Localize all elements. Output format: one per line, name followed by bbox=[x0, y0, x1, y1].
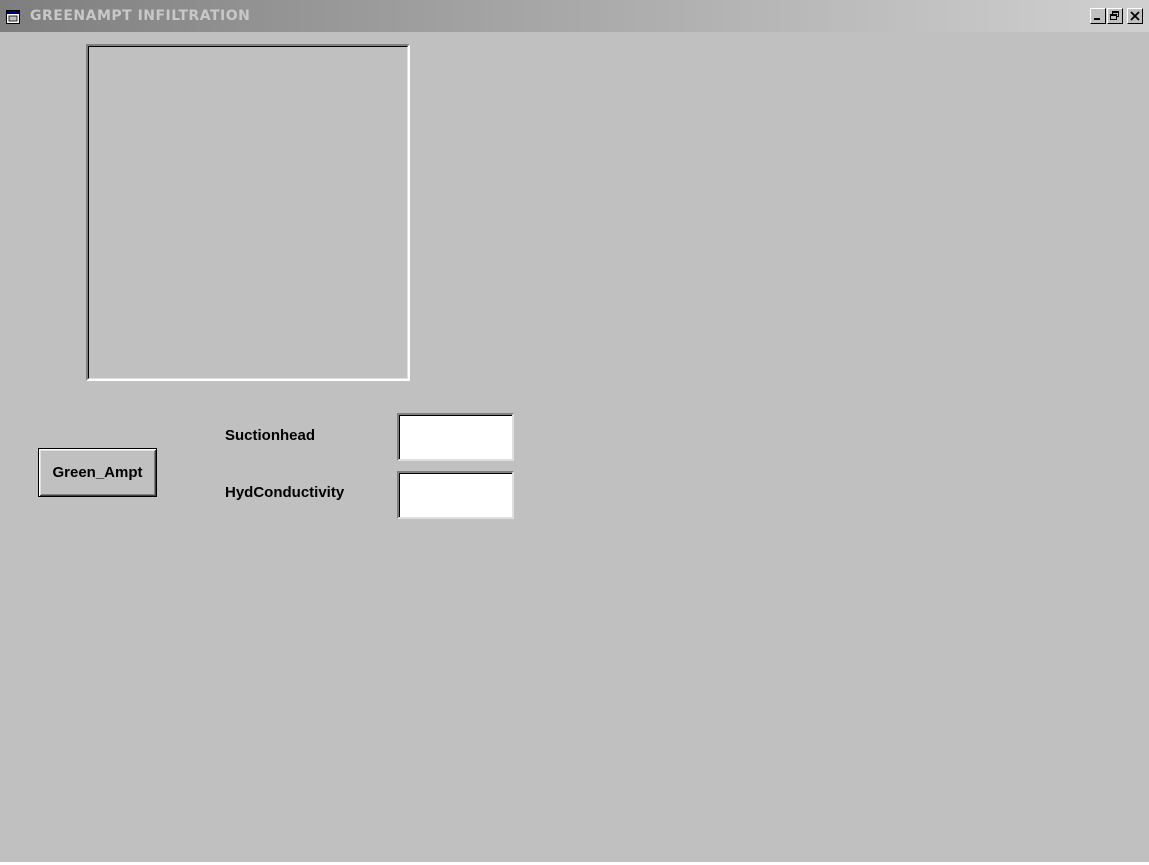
hyd-conductivity-label: HydConductivity bbox=[225, 484, 345, 501]
restore-button[interactable] bbox=[1107, 8, 1123, 24]
close-button[interactable] bbox=[1127, 8, 1143, 24]
suctionhead-input[interactable] bbox=[397, 413, 514, 461]
picture-box bbox=[86, 44, 410, 381]
suctionhead-label: Suctionhead bbox=[225, 427, 316, 444]
minimize-button[interactable] bbox=[1090, 8, 1106, 24]
title-bar[interactable]: GREENAMPT INFILTRATION bbox=[0, 0, 1149, 32]
form-window-icon[interactable] bbox=[6, 9, 20, 24]
close-icon bbox=[1130, 11, 1140, 21]
window-title: GREENAMPT INFILTRATION bbox=[30, 8, 251, 24]
restore-icon bbox=[1110, 11, 1119, 20]
green-ampt-button[interactable]: Green_Ampt bbox=[38, 448, 157, 497]
picture-box-inner bbox=[88, 46, 408, 379]
hyd-conductivity-input[interactable] bbox=[397, 471, 514, 519]
main-window: GREENAMPT INFILTRATION Green_Ampt Suctio… bbox=[0, 0, 1149, 862]
minimize-icon bbox=[1094, 18, 1100, 20]
